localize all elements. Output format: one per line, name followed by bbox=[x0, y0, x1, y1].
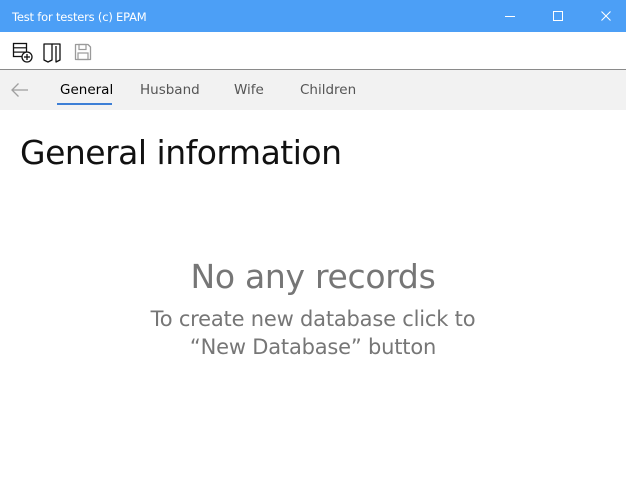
close-button[interactable] bbox=[583, 0, 626, 32]
app-window: Test for testers (c) EPAM General Husban… bbox=[0, 0, 626, 502]
empty-state-title: No any records bbox=[190, 257, 436, 296]
tab-wife[interactable]: Wife bbox=[234, 70, 264, 110]
database-add-icon bbox=[12, 42, 33, 63]
close-icon bbox=[601, 11, 611, 21]
open-database-button[interactable] bbox=[41, 41, 63, 63]
maximize-button[interactable] bbox=[535, 0, 581, 32]
empty-state: No any records To create new database cl… bbox=[0, 255, 626, 361]
active-tab-indicator bbox=[57, 103, 112, 105]
navigation-bar: General Husband Wife Children bbox=[0, 70, 626, 110]
maximize-icon bbox=[553, 11, 563, 21]
open-book-icon bbox=[43, 43, 61, 63]
title-bar[interactable]: Test for testers (c) EPAM bbox=[0, 0, 626, 32]
back-arrow-icon bbox=[11, 83, 28, 97]
tab-husband[interactable]: Husband bbox=[140, 70, 200, 110]
window-title: Test for testers (c) EPAM bbox=[12, 10, 147, 24]
new-database-button[interactable] bbox=[12, 41, 34, 63]
toolbar bbox=[0, 32, 626, 69]
page-title: General information bbox=[20, 133, 342, 172]
save-icon bbox=[74, 43, 92, 61]
back-button[interactable] bbox=[8, 78, 32, 102]
minimize-icon bbox=[505, 16, 515, 17]
save-database-button[interactable] bbox=[72, 41, 94, 63]
empty-state-hint: To create new database click to “New Dat… bbox=[150, 307, 476, 359]
tab-children[interactable]: Children bbox=[300, 70, 356, 110]
minimize-button[interactable] bbox=[487, 0, 533, 32]
